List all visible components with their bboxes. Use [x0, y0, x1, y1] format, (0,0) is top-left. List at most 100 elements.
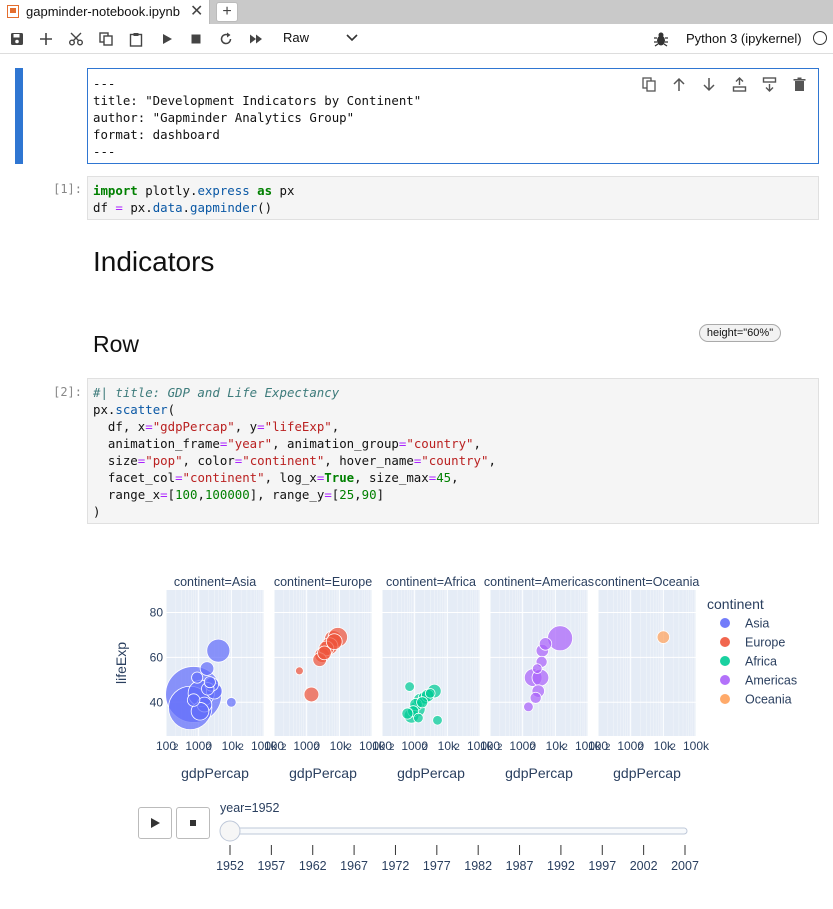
x-tick-label: 2: [314, 742, 319, 753]
notebook-tab[interactable]: gapminder-notebook.ipynb ✕: [0, 0, 210, 24]
x-tick-label: 2: [497, 742, 502, 753]
legend-marker: [720, 618, 730, 628]
insert-below-icon[interactable]: [758, 75, 780, 93]
cell-prompt: [2]:: [53, 385, 82, 399]
cell-type-select[interactable]: Raw: [283, 30, 309, 45]
data-point: [432, 715, 443, 726]
data-point: [295, 666, 304, 676]
delete-cell-icon[interactable]: [788, 75, 810, 93]
close-tab-icon[interactable]: ✕: [190, 0, 203, 24]
legend-marker: [720, 675, 730, 685]
x-tick-label: 2: [347, 742, 352, 753]
slider-tick-label: 1997: [588, 859, 616, 873]
slider-tick-label: 1987: [506, 859, 534, 873]
x-tick-label: 2: [605, 742, 610, 753]
data-point: [186, 693, 201, 707]
data-point: [199, 661, 215, 676]
cut-icon[interactable]: [65, 28, 87, 50]
data-point: [425, 688, 436, 699]
stop-icon[interactable]: [185, 28, 207, 50]
x-tick-label: 100k: [683, 739, 710, 753]
slider-tick-label: 1972: [382, 859, 410, 873]
slider-tick-label: 2002: [630, 859, 658, 873]
code-cell-1[interactable]: import plotly.express as px df = px.data…: [87, 176, 819, 220]
height-attribute-badge: height="60%": [699, 324, 781, 342]
x-tick-label: 2: [281, 742, 286, 753]
data-point: [203, 676, 216, 689]
facet-plot-area: [598, 590, 696, 736]
cell-toolbar: [638, 75, 810, 93]
move-up-icon[interactable]: [668, 75, 690, 93]
chevron-down-icon[interactable]: [345, 32, 359, 44]
legend-label: Oceania: [745, 693, 792, 707]
data-point: [226, 697, 237, 708]
x-tick-label: 2: [563, 742, 568, 753]
y-tick-label: 40: [150, 695, 164, 709]
x-tick-label: 2: [671, 742, 676, 753]
slider-tick-label: 1982: [464, 859, 492, 873]
x-tick-label: 2: [206, 742, 211, 753]
notebook-toolbar: Raw Python 3 (ipykernel): [0, 24, 833, 54]
x-tick-label: 2: [389, 742, 394, 753]
slider-tick-label: 1992: [547, 859, 575, 873]
kernel-name[interactable]: Python 3 (ipykernel): [686, 31, 802, 46]
add-icon[interactable]: [35, 28, 57, 50]
save-icon[interactable]: [6, 28, 28, 50]
data-point: [303, 686, 320, 703]
code-cell-2-source[interactable]: #| title: GDP and Life Expectancy px.sca…: [93, 384, 496, 520]
raw-cell[interactable]: --- title: "Development Indicators by Con…: [87, 68, 819, 164]
slider-handle[interactable]: [219, 820, 241, 842]
slider-track: [225, 827, 688, 835]
tab-bar: gapminder-notebook.ipynb ✕ +: [0, 0, 833, 24]
gapminder-scatter-chart: continent=Asia1002 10002 10k2 100kgdpPercap…: [113, 575, 797, 873]
x-axis-title: gdpPercap: [289, 765, 357, 781]
new-tab-button[interactable]: +: [216, 2, 238, 22]
code-cell-1-source[interactable]: import plotly.express as px df = px.data…: [93, 182, 294, 216]
data-point: [656, 630, 670, 644]
x-tick-label: 2: [239, 742, 244, 753]
fast-forward-icon[interactable]: [245, 28, 267, 50]
copy-icon[interactable]: [95, 28, 117, 50]
active-cell-indicator: [15, 68, 23, 164]
x-tick-label: 2: [530, 742, 535, 753]
slider-tick-label: 1967: [340, 859, 368, 873]
markdown-heading-indicators: Indicators: [93, 246, 215, 277]
y-tick-label: 80: [150, 605, 164, 619]
x-tick-label: 2: [455, 742, 460, 753]
legend-label: Africa: [745, 655, 777, 669]
legend-marker: [720, 637, 730, 647]
data-point: [529, 691, 542, 704]
data-point: [191, 671, 204, 684]
facet-title: continent=Americas: [484, 575, 594, 589]
x-axis-title: gdpPercap: [397, 765, 465, 781]
slider-tick-label: 1962: [299, 859, 327, 873]
facet-title: continent=Asia: [174, 575, 256, 589]
facet-title: continent=Europe: [274, 575, 372, 589]
stop-animation-button[interactable]: [176, 807, 210, 839]
legend-marker: [720, 694, 730, 704]
restart-icon[interactable]: [215, 28, 237, 50]
code-cell-2[interactable]: #| title: GDP and Life Expectancy px.sca…: [87, 378, 819, 524]
data-point: [538, 637, 553, 651]
bug-icon[interactable]: [653, 31, 669, 47]
data-point: [523, 701, 534, 713]
paste-icon[interactable]: [125, 28, 147, 50]
legend-title: continent: [707, 596, 764, 612]
raw-cell-content[interactable]: --- title: "Development Indicators by Con…: [93, 75, 421, 160]
slider-tick-label: 1952: [216, 859, 244, 873]
x-tick-label: 2: [173, 742, 178, 753]
data-point: [317, 645, 332, 661]
play-button[interactable]: [138, 807, 172, 839]
duplicate-cell-icon[interactable]: [638, 75, 660, 93]
legend-label: Americas: [745, 674, 797, 688]
data-point: [532, 663, 543, 674]
run-icon[interactable]: [156, 28, 178, 50]
slider-tick-label: 2007: [671, 859, 699, 873]
kernel-status-icon: [813, 31, 827, 45]
move-down-icon[interactable]: [698, 75, 720, 93]
tab-title: gapminder-notebook.ipynb: [26, 4, 180, 19]
data-point: [206, 638, 231, 663]
data-point: [401, 707, 414, 720]
insert-above-icon[interactable]: [728, 75, 750, 93]
legend-label: Europe: [745, 636, 785, 650]
